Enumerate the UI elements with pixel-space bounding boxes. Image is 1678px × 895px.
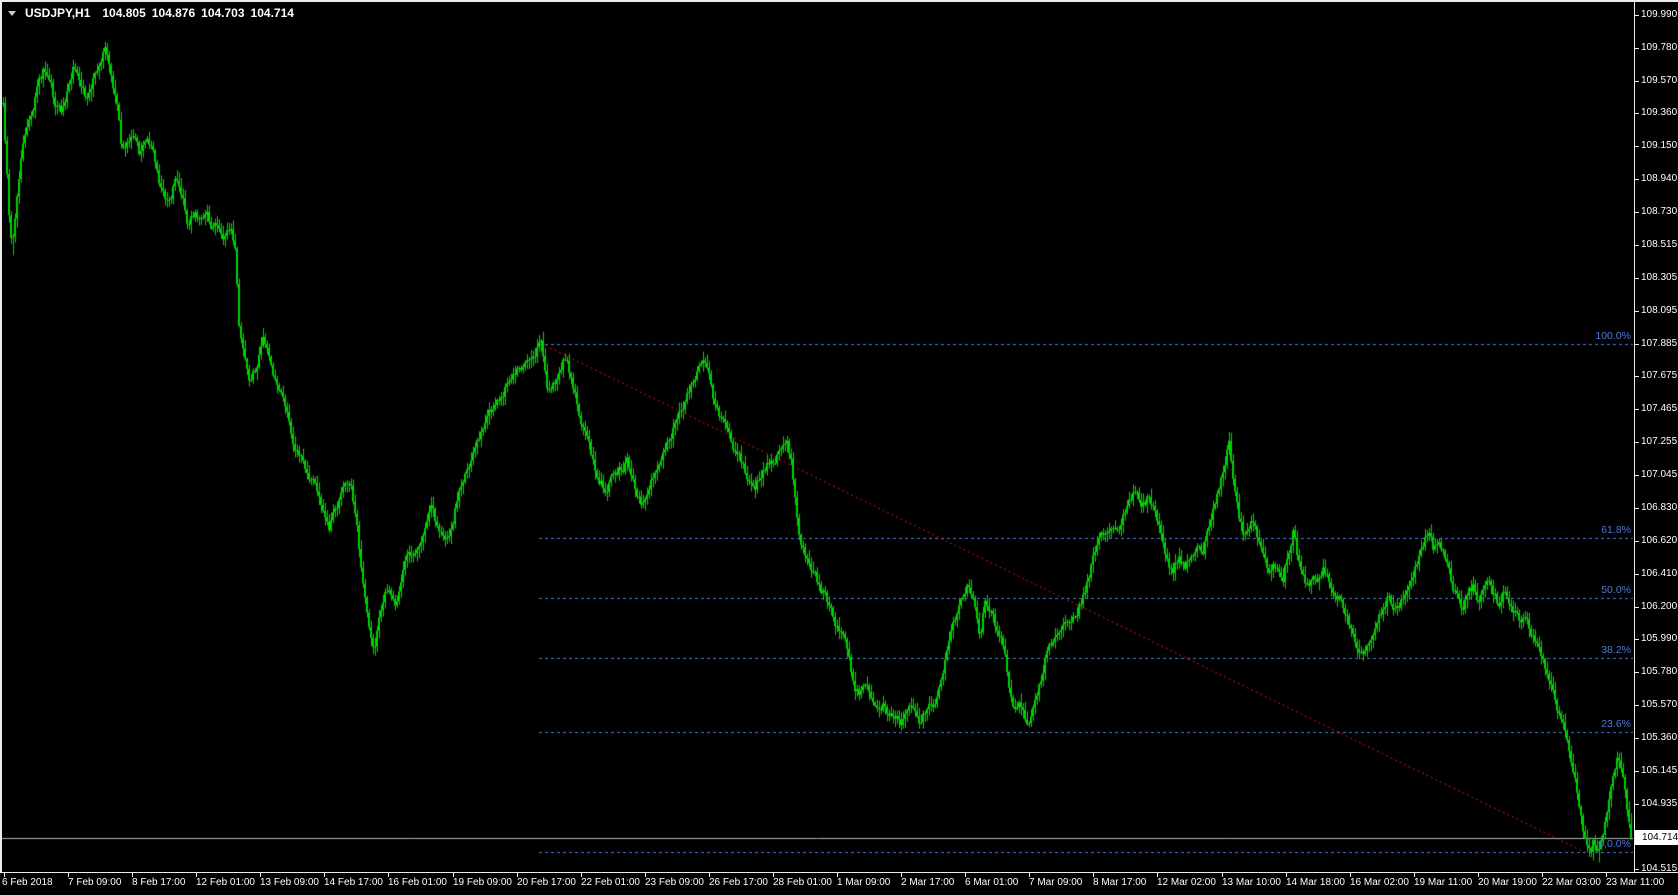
time-tick-label: 23 Mar 11:00 <box>1606 877 1664 888</box>
price-tick-mark <box>1634 574 1639 575</box>
time-tick-label: 22 Mar 03:00 <box>1542 877 1601 888</box>
time-tick-label: 16 Feb 01:00 <box>388 877 447 888</box>
price-tick-label: 106.830 <box>1641 502 1677 513</box>
time-tick-label: 19 Feb 09:00 <box>453 877 512 888</box>
price-tick-label: 108.095 <box>1641 305 1677 316</box>
quote-high: 104.876 <box>152 6 195 20</box>
price-tick-label: 104.935 <box>1641 798 1677 809</box>
price-tick-label: 107.465 <box>1641 403 1677 414</box>
price-tick-label: 105.570 <box>1641 699 1677 710</box>
current-price-label: 104.714 <box>1642 832 1678 843</box>
fib-level-label[interactable]: 0,0.0% <box>1598 838 1631 850</box>
price-tick-label: 107.045 <box>1641 469 1677 480</box>
price-tick-label: 109.570 <box>1641 75 1677 86</box>
price-tick-label: 105.145 <box>1641 765 1677 776</box>
time-tick-label: 22 Feb 01:00 <box>581 877 640 888</box>
fib-level-label[interactable]: 23.6% <box>1601 718 1631 730</box>
price-tick-mark <box>1634 508 1639 509</box>
price-tick-mark <box>1634 311 1639 312</box>
price-tick-label: 107.675 <box>1641 370 1677 381</box>
time-tick-label: 19 Mar 11:00 <box>1414 877 1472 888</box>
price-tick-mark <box>1634 212 1639 213</box>
price-tick-mark <box>1634 475 1639 476</box>
price-tick-mark <box>1634 738 1639 739</box>
chart-frame-left <box>0 0 2 872</box>
quote-close: 104.714 <box>251 6 294 20</box>
price-tick-mark <box>1634 541 1639 542</box>
price-tick-mark <box>1634 705 1639 706</box>
price-tick-mark <box>1634 278 1639 279</box>
time-tick-label: 12 Feb 01:00 <box>196 877 255 888</box>
time-tick-label: 6 Feb 2018 <box>2 877 53 888</box>
price-tick-mark <box>1634 639 1639 640</box>
price-tick-label: 105.360 <box>1641 732 1677 743</box>
time-tick-label: 1 Mar 09:00 <box>837 877 890 888</box>
price-tick-label: 108.730 <box>1641 206 1677 217</box>
time-tick-label: 14 Feb 17:00 <box>324 877 383 888</box>
price-tick-label: 106.620 <box>1641 535 1677 546</box>
price-tick-label: 109.990 <box>1641 9 1677 20</box>
price-tick-label: 108.940 <box>1641 173 1677 184</box>
price-axis-separator <box>1634 2 1635 872</box>
time-tick-label: 23 Feb 09:00 <box>645 877 704 888</box>
time-tick-label: 20 Feb 17:00 <box>517 877 576 888</box>
time-tick-label: 7 Feb 09:00 <box>68 877 121 888</box>
time-tick-label: 7 Mar 09:00 <box>1029 877 1082 888</box>
price-tick-mark <box>1634 804 1639 805</box>
price-tick-label: 107.885 <box>1641 338 1677 349</box>
time-tick-label: 2 Mar 17:00 <box>901 877 954 888</box>
time-tick-label: 8 Mar 17:00 <box>1093 877 1146 888</box>
chart-frame-top <box>0 0 1678 2</box>
time-tick-label: 8 Feb 17:00 <box>132 877 185 888</box>
time-axis-separator <box>0 872 1678 873</box>
price-tick-mark <box>1634 113 1639 114</box>
price-tick-mark <box>1634 48 1639 49</box>
fib-level-label[interactable]: 50.0% <box>1601 584 1631 596</box>
price-tick-mark <box>1634 15 1639 16</box>
price-tick-label: 108.515 <box>1641 239 1677 250</box>
price-tick-mark <box>1634 344 1639 345</box>
price-tick-mark <box>1634 771 1639 772</box>
price-tick-label: 105.780 <box>1641 666 1677 677</box>
price-tick-label: 106.410 <box>1641 568 1677 579</box>
time-tick-label: 28 Feb 01:00 <box>773 877 832 888</box>
fib-level-label[interactable]: 38.2% <box>1601 644 1631 656</box>
price-tick-label: 104.515 <box>1641 863 1677 874</box>
price-tick-label: 105.990 <box>1641 633 1677 644</box>
price-tick-label: 109.360 <box>1641 107 1677 118</box>
price-tick-mark <box>1634 607 1639 608</box>
current-price-box: 104.714 <box>1635 830 1678 845</box>
time-tick-label: 26 Feb 17:00 <box>709 877 768 888</box>
fib-level-label[interactable]: 61.8% <box>1601 524 1631 536</box>
price-tick-mark <box>1634 442 1639 443</box>
price-tick-label: 108.305 <box>1641 272 1677 283</box>
fib-level-label[interactable]: 100.0% <box>1595 330 1631 342</box>
price-tick-mark <box>1634 245 1639 246</box>
mt4-chart-window: USDJPY,H1 104.805 104.876 104.703 104.71… <box>0 0 1678 895</box>
price-tick-mark <box>1634 869 1639 870</box>
time-tick-label: 16 Mar 02:00 <box>1350 877 1409 888</box>
quote-low: 104.703 <box>201 6 244 20</box>
time-tick-label: 13 Feb 09:00 <box>260 877 319 888</box>
symbol-dropdown-icon[interactable] <box>8 11 16 16</box>
price-tick-label: 109.780 <box>1641 42 1677 53</box>
price-tick-mark <box>1634 179 1639 180</box>
price-tick-label: 106.200 <box>1641 601 1677 612</box>
time-tick-label: 14 Mar 18:00 <box>1286 877 1345 888</box>
price-tick-mark <box>1634 376 1639 377</box>
time-tick-label: 13 Mar 10:00 <box>1222 877 1281 888</box>
price-tick-mark <box>1634 409 1639 410</box>
time-tick-label: 6 Mar 01:00 <box>965 877 1018 888</box>
time-tick-label: 12 Mar 02:00 <box>1157 877 1216 888</box>
symbol-timeframe-label: USDJPY,H1 <box>25 6 90 20</box>
price-chart-canvas[interactable] <box>0 0 1678 895</box>
price-tick-mark <box>1634 672 1639 673</box>
chart-info-line: USDJPY,H1 104.805 104.876 104.703 104.71… <box>8 6 300 20</box>
price-tick-mark <box>1634 146 1639 147</box>
price-tick-mark <box>1634 81 1639 82</box>
quote-open: 104.805 <box>102 6 145 20</box>
price-tick-label: 107.255 <box>1641 436 1677 447</box>
price-tick-label: 109.150 <box>1641 140 1677 151</box>
time-tick-label: 20 Mar 19:00 <box>1478 877 1537 888</box>
